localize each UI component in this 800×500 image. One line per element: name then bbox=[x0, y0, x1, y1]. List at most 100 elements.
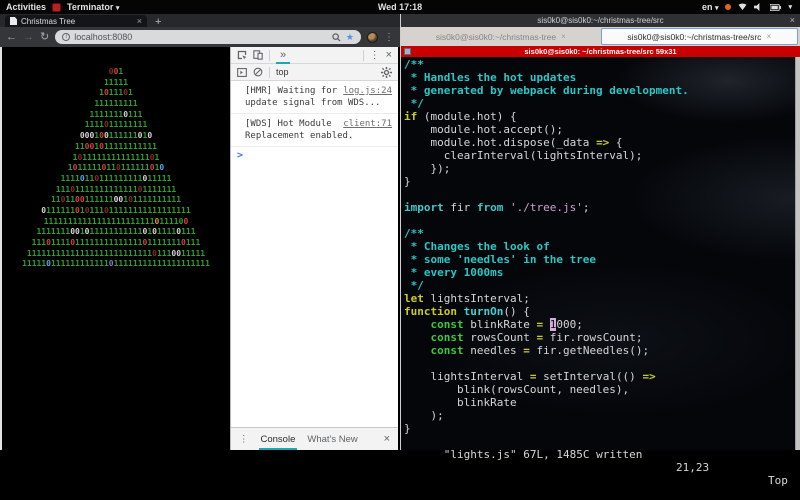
chevron-down-icon: ▾ bbox=[115, 5, 120, 12]
device-toolbar-icon[interactable] bbox=[253, 50, 263, 60]
tab-close-icon[interactable]: × bbox=[561, 32, 566, 41]
browser-tab-christmas-tree[interactable]: Christmas Tree × bbox=[5, 15, 147, 27]
console-prompt[interactable]: > bbox=[231, 147, 398, 164]
activities-button[interactable]: Activities bbox=[6, 2, 46, 12]
devtools-close-icon[interactable]: × bbox=[386, 49, 392, 61]
terminal-scrollbar[interactable] bbox=[795, 57, 800, 450]
clear-console-icon[interactable] bbox=[253, 67, 263, 77]
tree-row-segment: 111111 bbox=[46, 205, 76, 215]
code-line-segment: from bbox=[476, 201, 504, 214]
code-line: /** bbox=[404, 227, 792, 240]
inspect-element-icon[interactable] bbox=[237, 50, 247, 60]
tab-console[interactable]: Console bbox=[258, 429, 298, 450]
reload-button[interactable]: ↻ bbox=[40, 31, 49, 43]
url-text: localhost:8080 bbox=[74, 32, 133, 42]
more-tabs-button[interactable]: » bbox=[276, 49, 291, 64]
code-line-segment: fir bbox=[443, 201, 477, 214]
tree-row: 0111111010111011111111111111111 bbox=[2, 206, 230, 217]
console-settings-gear-icon[interactable] bbox=[381, 66, 392, 78]
tree-row-segment: 1111 bbox=[60, 173, 80, 183]
code-line-segment: }); bbox=[404, 162, 451, 175]
code-line-segment: fir.rowsCount; bbox=[543, 331, 643, 344]
tree-row-segment: 11111 bbox=[147, 173, 172, 183]
page-favicon-icon bbox=[10, 17, 17, 25]
clock[interactable]: Wed 17:18 bbox=[0, 2, 800, 12]
vim-cursor-position: 21,23 bbox=[676, 461, 710, 474]
code-line-segment: './tree.js' bbox=[510, 201, 583, 214]
divider bbox=[362, 49, 364, 61]
tab-close-icon[interactable]: × bbox=[766, 32, 771, 41]
vim-scroll-position: Top bbox=[768, 474, 788, 487]
tab-close-icon[interactable]: × bbox=[137, 17, 142, 26]
tree-row-segment: 11 bbox=[65, 195, 76, 205]
code-line-segment: => bbox=[596, 136, 610, 149]
tree-row-segment: 111111 bbox=[108, 131, 138, 141]
drawer-close-icon[interactable]: × bbox=[384, 433, 390, 445]
wifi-icon bbox=[738, 3, 747, 11]
tree-row-segment: 11111111111111111111111111 bbox=[26, 248, 153, 258]
code-line-segment: */ bbox=[404, 279, 424, 292]
address-bar[interactable]: i localhost:8080 ★ bbox=[55, 30, 361, 44]
code-line-segment: let bbox=[404, 292, 424, 305]
browser-menu-icon[interactable]: ⋮ bbox=[384, 32, 394, 43]
divider bbox=[269, 66, 270, 78]
site-info-icon[interactable]: i bbox=[62, 33, 71, 41]
code-line-segment: } bbox=[404, 422, 411, 435]
keyboard-layout-indicator[interactable]: en ▾ bbox=[702, 2, 719, 12]
terminal-titlebar[interactable]: sis0k0@sis0k0:~/christmas-tree/src × bbox=[401, 14, 800, 27]
javascript-context-dropdown[interactable]: top bbox=[276, 67, 289, 77]
code-line-segment: rowsCount bbox=[463, 331, 537, 344]
system-menu-chevron-icon[interactable]: ▾ bbox=[788, 3, 792, 11]
bookmark-star-icon[interactable]: ★ bbox=[346, 32, 354, 43]
console-message: client:71 [WDS] Hot Module Replacement e… bbox=[231, 114, 398, 147]
binary-christmas-tree: 001 11111 1011101 111111111 11111110111 11110… bbox=[2, 67, 230, 270]
new-tab-button[interactable]: + bbox=[155, 17, 161, 28]
window-close-icon[interactable]: × bbox=[790, 14, 795, 27]
terminal-tab-src[interactable]: sis0k0@sis0k0:~/christmas-tree/src × bbox=[600, 28, 798, 45]
tree-row-segment: 00 bbox=[70, 227, 80, 237]
terminator-app-icon bbox=[52, 2, 62, 12]
terminal-focus-titlebar[interactable]: sis0k0@sis0k0: ~/christmas-tree/src 59x3… bbox=[401, 46, 800, 57]
code-line-segment: module.hot.dispose(_data bbox=[404, 136, 597, 149]
code-line-segment bbox=[503, 201, 510, 214]
code-line-segment: 000; bbox=[556, 318, 583, 331]
vim-editor[interactable]: /** * Handles the hot updates * generate… bbox=[401, 57, 800, 487]
console-sidebar-icon[interactable] bbox=[237, 67, 247, 77]
profile-avatar[interactable] bbox=[367, 31, 378, 43]
code-line-segment: ; bbox=[582, 201, 590, 214]
terminal-tab-label: sis0k0@sis0k0:~/christmas-tree bbox=[435, 31, 557, 42]
tree-row: 1110111111111111101111111 bbox=[2, 185, 230, 196]
search-icon[interactable] bbox=[332, 32, 341, 42]
code-line: function turnOn() { bbox=[404, 305, 792, 318]
code-line: * generated by webpack during developmen… bbox=[404, 84, 792, 97]
tree-row: 110110011111100101111111111 bbox=[2, 195, 230, 206]
code-line-segment: module.hot.accept(); bbox=[404, 123, 563, 136]
code-line: */ bbox=[404, 279, 792, 292]
tree-row-segment: 00 bbox=[113, 195, 124, 205]
app-menu[interactable]: Terminator ▾ bbox=[67, 2, 119, 12]
code-line-segment: function bbox=[404, 305, 457, 318]
devtools-menu-icon[interactable]: ⋮ bbox=[370, 50, 380, 61]
tree-row: 111111100101111111111101011110111 bbox=[2, 227, 230, 238]
code-line: import fir from './tree.js'; bbox=[404, 201, 792, 214]
back-button[interactable]: ← bbox=[6, 31, 17, 43]
tree-row-segment: 0 bbox=[147, 131, 153, 141]
tree-row-segment: 111 bbox=[55, 184, 71, 194]
tree-row-segment: 1111 bbox=[156, 227, 177, 237]
code-line: /** bbox=[404, 58, 792, 71]
tab-whats-new[interactable]: What's New bbox=[307, 434, 357, 445]
source-link[interactable]: log.js:24 bbox=[343, 85, 392, 97]
terminal-tab-christmas-tree[interactable]: sis0k0@sis0k0:~/christmas-tree × bbox=[403, 28, 599, 45]
forward-button[interactable]: → bbox=[23, 31, 34, 43]
tree-row-segment: 1111111 bbox=[147, 238, 182, 247]
tree-row: 1111111111111111111111111101110011111 bbox=[2, 249, 230, 260]
source-link[interactable]: client:71 bbox=[343, 118, 392, 130]
drawer-menu-icon[interactable]: ⋮ bbox=[239, 434, 249, 445]
code-line: module.hot.dispose(_data => { bbox=[404, 136, 792, 149]
terminator-window: sis0k0@sis0k0:~/christmas-tree/src × sis… bbox=[400, 14, 800, 487]
tree-row: 11001011111111111 bbox=[2, 142, 230, 153]
code-line-segment: lightsInterval; bbox=[423, 292, 530, 305]
terminal-tab-label: sis0k0@sis0k0:~/christmas-tree/src bbox=[627, 31, 762, 42]
tree-row-segment: 1111111111111 bbox=[75, 184, 138, 194]
tree-row-segment: 0 bbox=[183, 216, 189, 226]
